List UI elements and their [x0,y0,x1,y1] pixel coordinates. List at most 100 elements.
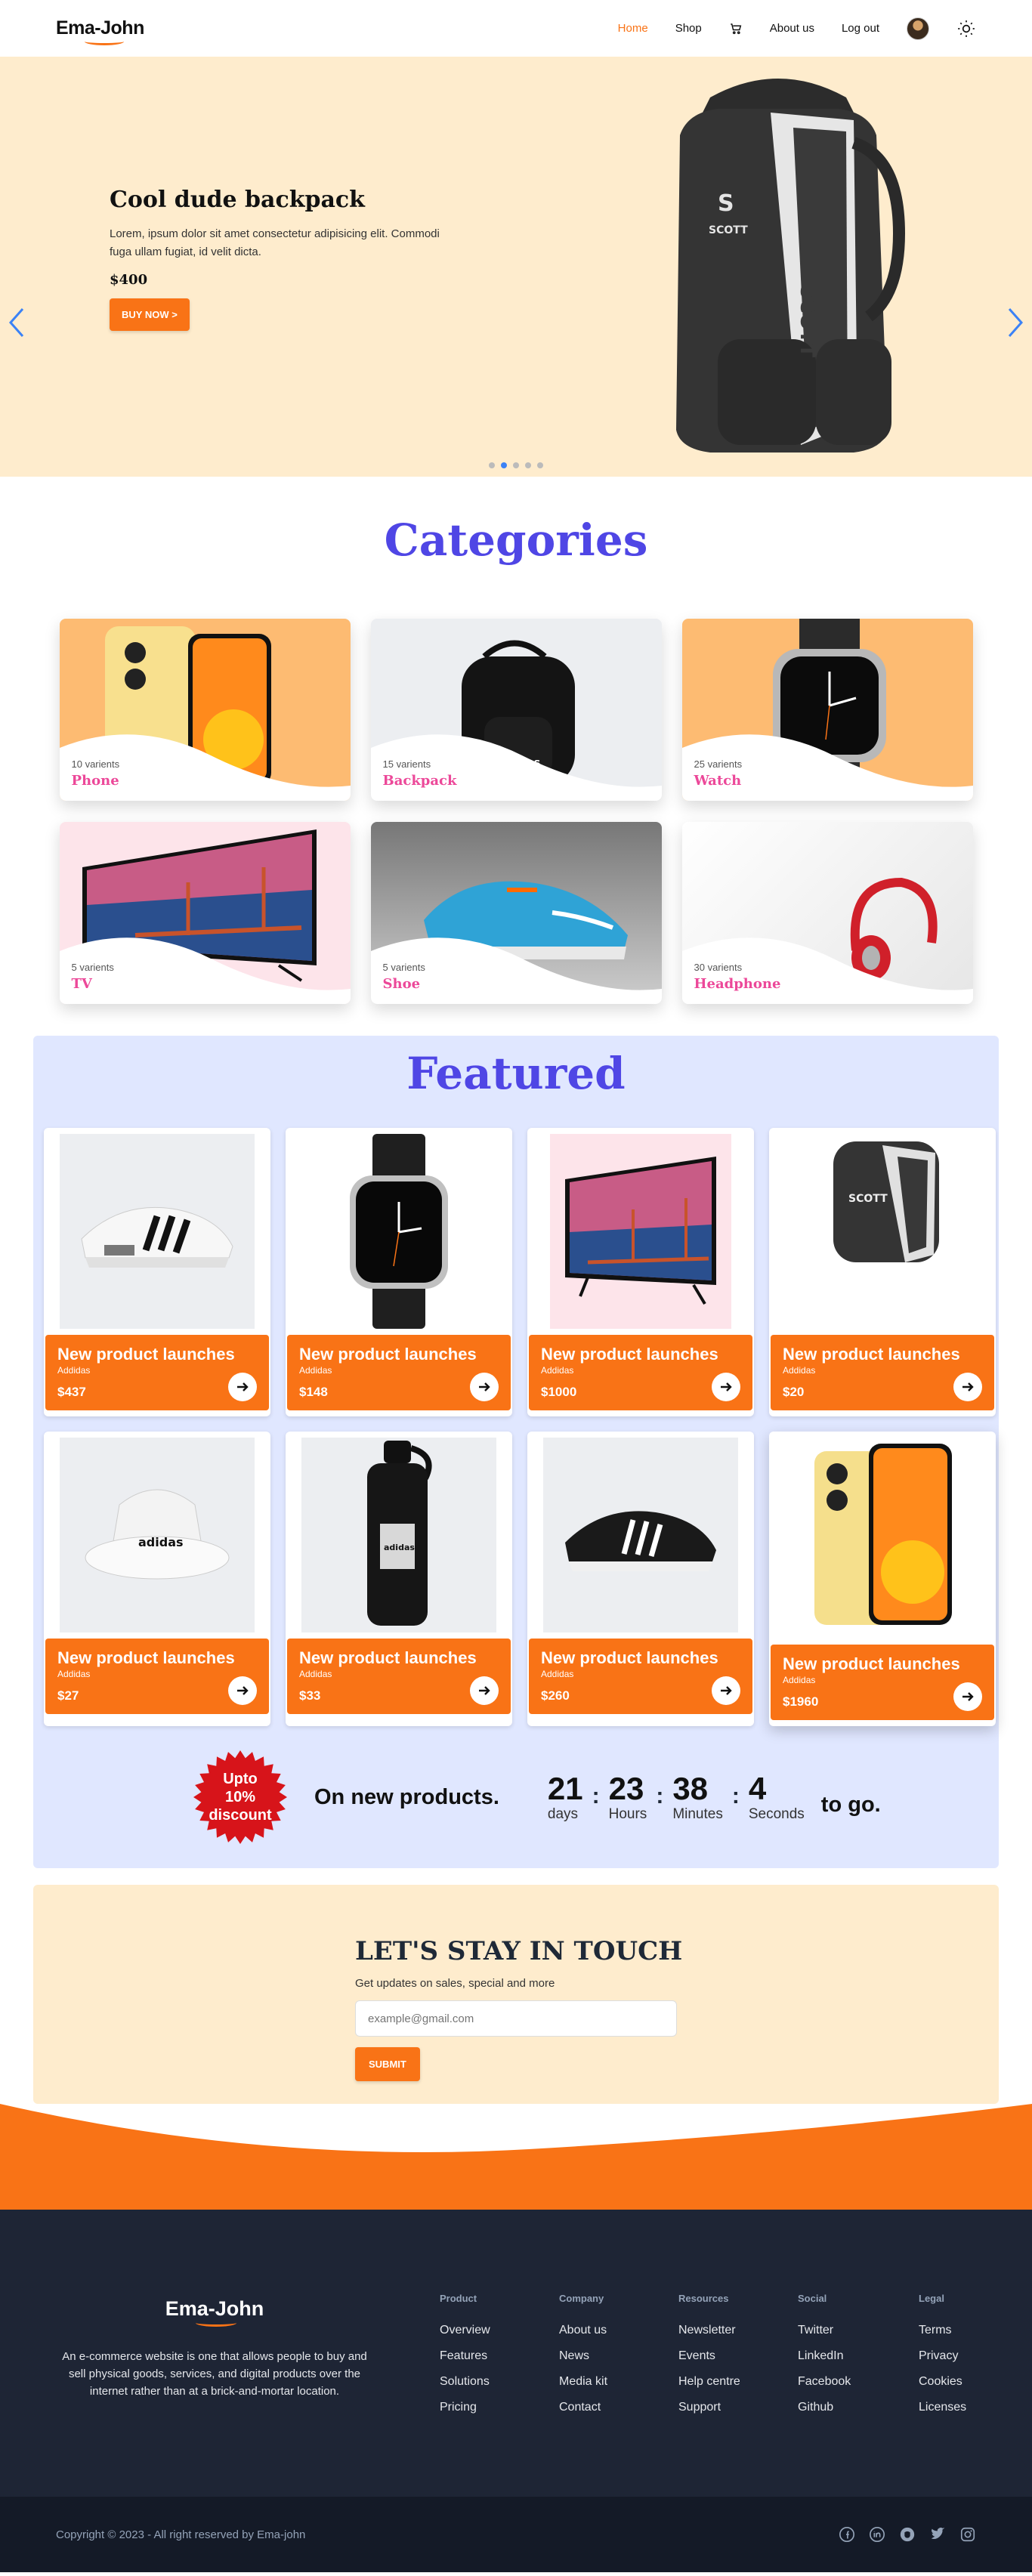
footer-link[interactable]: LinkedIn [798,2349,919,2363]
facebook-icon[interactable] [839,2526,855,2543]
twitter-icon[interactable] [929,2526,946,2543]
footer-link[interactable]: Github [798,2401,919,2414]
linkedin-icon[interactable] [869,2526,885,2543]
arrow-right-icon[interactable] [228,1676,257,1705]
footer-link[interactable]: Facebook [798,2375,919,2389]
footer-link[interactable]: Terms [919,2324,1032,2337]
countdown-minutes-label: Minutes [672,1806,723,1822]
product-title: New product launches [57,1345,235,1364]
logo[interactable]: Ema-John [56,17,144,45]
buy-now-button[interactable]: BUY NOW > [110,298,190,331]
category-card-backpack[interactable]: adidas 15 varients Backpack [370,619,662,801]
category-name: Shoe [382,976,421,992]
sun-icon[interactable] [956,19,976,39]
arrow-right-icon[interactable] [712,1373,740,1401]
footer-logo[interactable]: Ema-John [165,2297,264,2327]
discount-badge: Upto 10% discount [192,1749,289,1846]
chevron-right-icon[interactable] [1002,306,1027,339]
countdown-minutes: 38 Minutes [672,1771,723,1823]
category-card-tv[interactable]: 5 varients TV [59,822,351,1004]
countdown-seconds-label: Seconds [748,1806,805,1822]
footer-column-heading: Company [559,2293,604,2304]
footer-column-product: Product Overview Features Solutions Pric… [440,2293,559,2426]
nav-link-logout[interactable]: Log out [842,22,879,35]
footer-link[interactable]: Help centre [678,2375,798,2389]
carousel-dot[interactable] [525,462,531,468]
footer-bottom: Copyright © 2023 - All right reserved by… [0,2497,1032,2572]
nav-link-home[interactable]: Home [618,22,648,35]
product-title: New product launches [541,1648,718,1667]
footer-link[interactable]: Contact [559,2401,678,2414]
chevron-left-icon[interactable] [5,306,30,339]
black-sneaker-image [565,1511,716,1571]
footer-link[interactable]: Licenses [919,2401,1032,2414]
product-card[interactable]: New product launches Addidas $260 [527,1432,754,1726]
cart-icon[interactable] [729,22,743,36]
category-card-watch[interactable]: 25 varients Watch [681,619,973,801]
footer-link[interactable]: Events [678,2349,798,2363]
carousel-dot-active[interactable] [501,462,507,468]
footer-link[interactable]: Pricing [440,2401,559,2414]
arrow-right-icon[interactable] [470,1373,499,1401]
product-card[interactable]: SCOTT New product launches Addidas $20 [769,1128,996,1416]
carousel-dot[interactable] [489,462,495,468]
product-brand: Addidas [57,1669,91,1679]
category-variants: 15 varients [382,758,431,770]
footer-link[interactable]: Solutions [440,2375,559,2389]
arrow-right-icon[interactable] [470,1676,499,1705]
product-title: New product launches [57,1648,235,1667]
arrow-right-icon[interactable] [953,1682,982,1711]
product-card[interactable]: New product launches Addidas $148 [286,1128,512,1416]
product-card[interactable]: New product launches Addidas $1000 [527,1128,754,1416]
footer-link[interactable]: Privacy [919,2349,1032,2363]
bucket-hat-image: adidas [85,1489,230,1580]
arrow-right-icon[interactable] [953,1373,982,1401]
instagram-icon[interactable] [959,2526,976,2543]
footer-column-heading: Social [798,2293,827,2304]
arrow-right-icon[interactable] [712,1676,740,1705]
category-card-headphone[interactable]: 30 varients Headphone [681,822,973,1004]
product-card[interactable]: New product launches Addidas $437 [44,1128,270,1416]
categories-grid: 10 varients Phone adidas 15 varients Bac… [0,619,1032,1004]
footer-link[interactable]: About us [559,2324,678,2337]
footer-link[interactable]: Features [440,2349,559,2363]
footer-link[interactable]: Twitter [798,2324,919,2337]
nav-link-about[interactable]: About us [770,22,814,35]
countdown-separator: : [731,1784,740,1808]
footer-link[interactable]: Media kit [559,2375,678,2389]
hero-description: Lorem, ipsum dolor sit amet consectetur … [110,227,440,258]
submit-button[interactable]: SUBMIT [355,2047,420,2081]
nav-link-shop[interactable]: Shop [675,22,702,35]
footer-link[interactable]: Support [678,2401,798,2414]
footer-column-company: Company About us News Media kit Contact [559,2293,678,2426]
avatar[interactable] [907,17,929,40]
newsletter-subtitle: Get updates on sales, special and more [355,1977,555,1990]
product-title: New product launches [783,1345,960,1364]
category-meta: 30 varients Headphone [694,962,781,992]
countdown-days-label: days [547,1806,579,1822]
countdown-hours: 23 Hours [609,1771,647,1823]
category-card-phone[interactable]: 10 varients Phone [59,619,351,801]
category-card-shoe[interactable]: 5 varients Shoe [370,822,662,1004]
product-card-highlighted[interactable]: New product launches Addidas $1960 [769,1432,996,1726]
arrow-right-icon[interactable] [228,1373,257,1401]
product-image [60,1134,255,1329]
countdown-seconds: 4 Seconds [749,1771,805,1823]
countdown-days: 21 days [548,1771,583,1823]
footer-link[interactable]: News [559,2349,678,2363]
carousel-dot[interactable] [537,462,543,468]
product-info: New product launches Addidas $27 [45,1639,269,1714]
tv-image [550,1134,731,1329]
footer-column-legal: Legal Terms Privacy Cookies Licenses [919,2293,1032,2426]
footer-link[interactable]: Overview [440,2324,559,2337]
product-card[interactable]: adidas New product launches Addidas $27 [44,1432,270,1726]
footer-brand: Ema-John An e-commerce website is one th… [56,2297,373,2400]
email-field[interactable] [355,2000,677,2037]
footer-link[interactable]: Cookies [919,2375,1032,2389]
github-icon[interactable] [899,2526,916,2543]
footer-column-heading: Resources [678,2293,729,2304]
product-card[interactable]: adidas New product launches Addidas $33 [286,1432,512,1726]
svg-text:SCOTT: SCOTT [709,224,748,236]
carousel-dot[interactable] [513,462,519,468]
footer-link[interactable]: Newsletter [678,2324,798,2337]
